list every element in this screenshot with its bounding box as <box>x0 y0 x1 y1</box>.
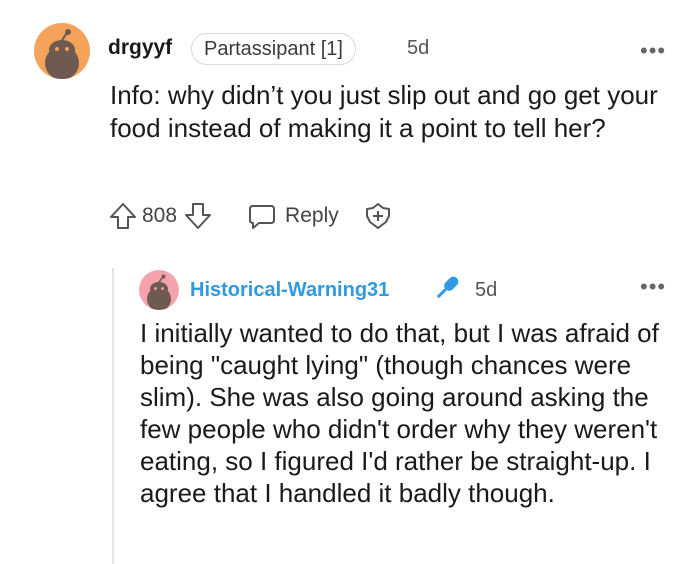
reply-label: Reply <box>285 204 339 227</box>
comment-body: I initially wanted to do that, but I was… <box>140 318 659 508</box>
downvote-arrow-icon[interactable] <box>183 201 213 231</box>
comment-actions: 808 Reply <box>108 198 393 234</box>
comment-body: Info: why didn’t you just slip out and g… <box>110 80 658 143</box>
avatar[interactable] <box>139 270 179 310</box>
reply-button[interactable]: Reply <box>247 201 339 231</box>
timestamp: 5d <box>475 279 498 301</box>
microphone-icon <box>431 272 463 304</box>
speech-bubble-icon <box>247 201 277 231</box>
upvote-arrow-icon[interactable] <box>108 201 138 231</box>
user-flair-badge: Partassipant [1] <box>191 33 356 65</box>
more-options-icon[interactable]: ••• <box>640 38 666 64</box>
thread-line[interactable] <box>112 268 114 564</box>
timestamp: 5d <box>407 37 430 59</box>
snoo-avatar-icon <box>147 274 171 310</box>
avatar[interactable] <box>34 23 90 79</box>
award-plus-icon[interactable] <box>363 201 393 231</box>
more-options-icon[interactable]: ••• <box>640 274 666 300</box>
username[interactable]: Historical-Warning31 <box>190 279 389 302</box>
vote-score: 808 <box>142 204 178 227</box>
snoo-avatar-icon <box>45 29 79 79</box>
username[interactable]: drgyyf <box>108 36 172 60</box>
